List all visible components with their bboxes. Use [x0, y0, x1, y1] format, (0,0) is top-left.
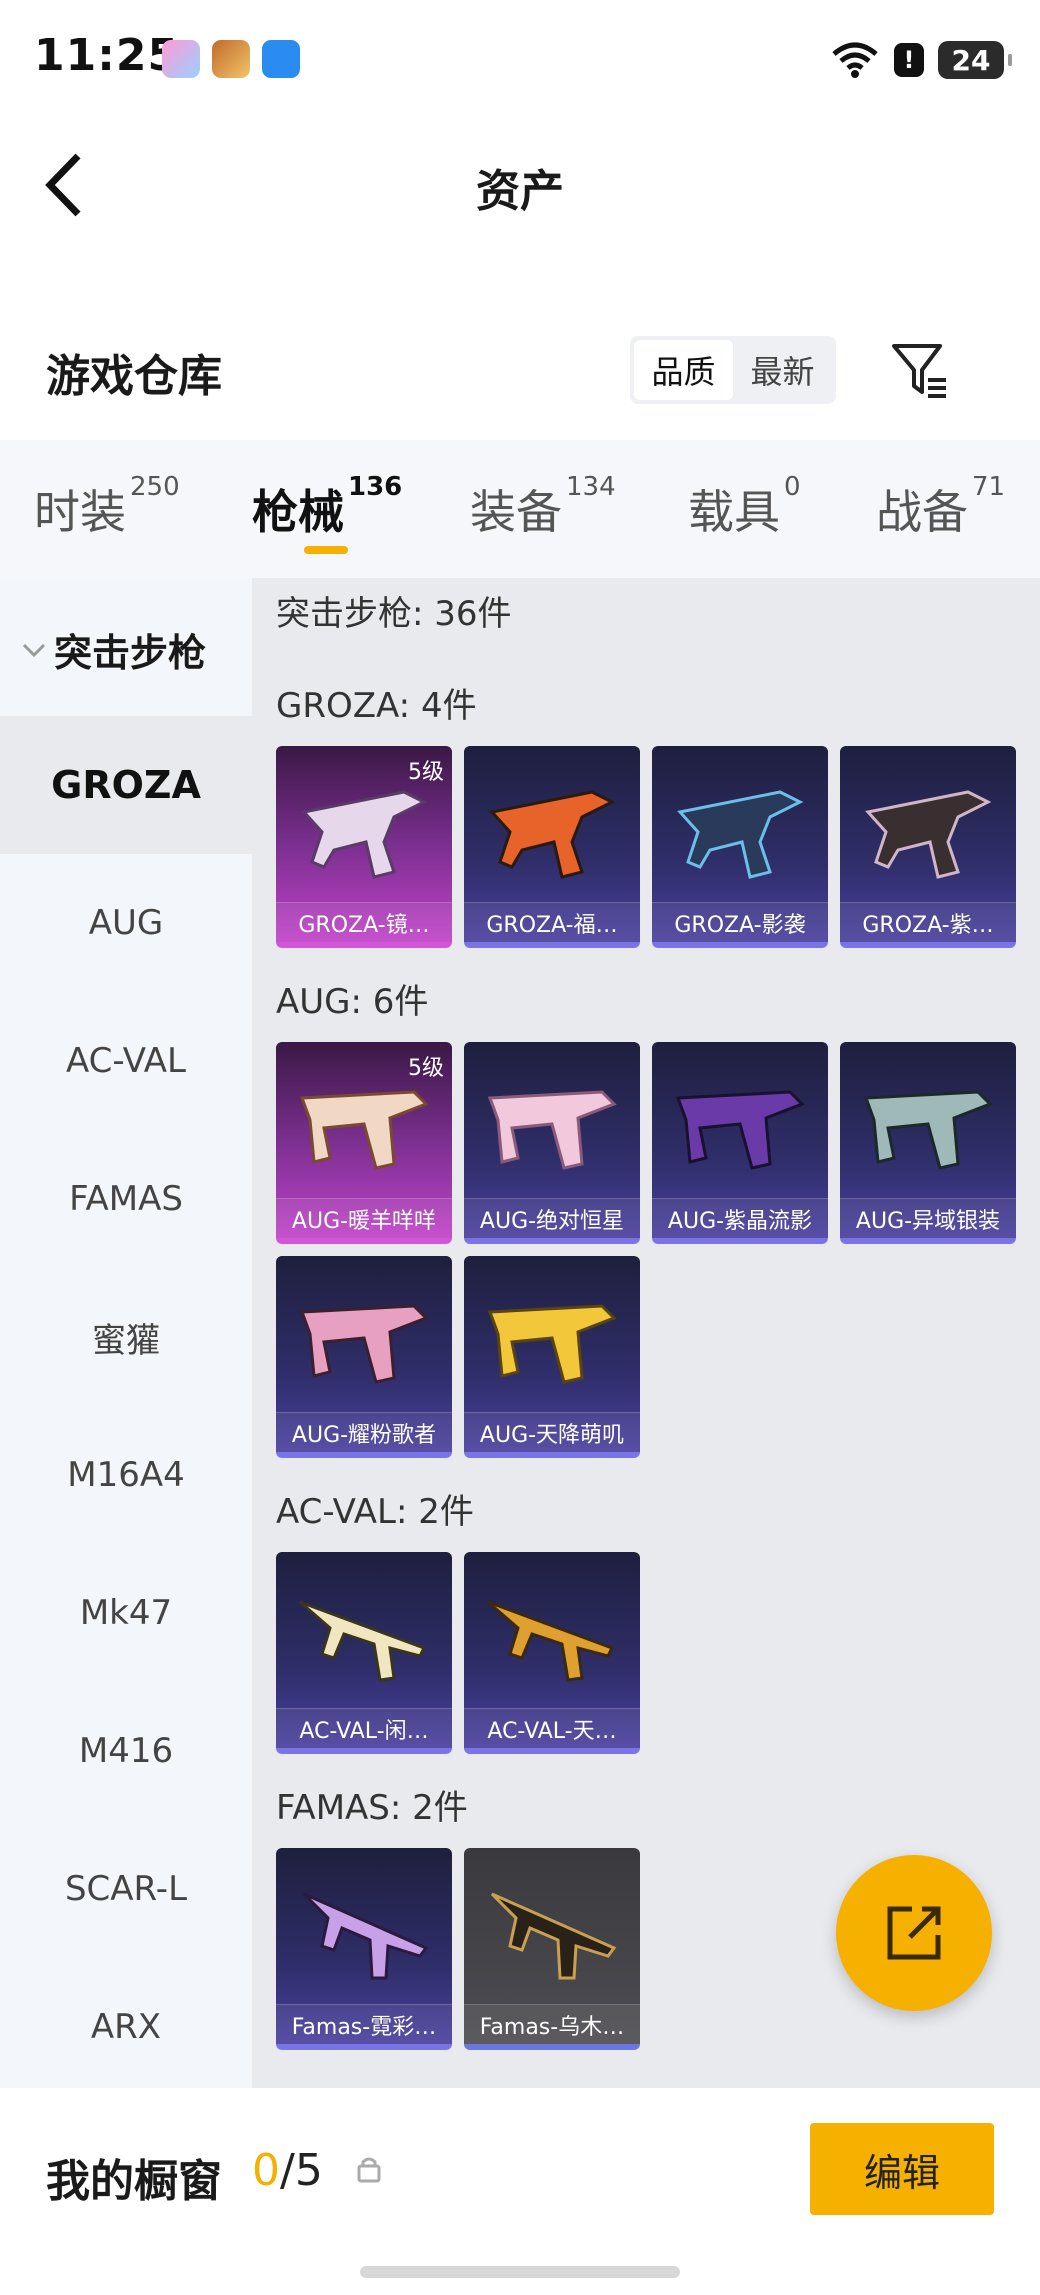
- section-title: AC-VAL: 2件: [276, 1492, 474, 1532]
- share-icon: [887, 1906, 941, 1960]
- rifle-icon: [299, 1304, 429, 1384]
- alert-icon: !: [894, 43, 924, 77]
- showcase-bar: 我的橱窗 0/5 编辑: [0, 2088, 1040, 2295]
- section-title: AUG: 6件: [276, 982, 429, 1022]
- rifle-icon: [865, 790, 992, 879]
- skin-name: AUG-耀粉歌者: [276, 1412, 452, 1452]
- section-title: FAMAS: 2件: [276, 1788, 468, 1828]
- lock-icon: [357, 2157, 381, 2183]
- rifle-icon: [489, 790, 616, 879]
- chevron-down-icon: [22, 643, 46, 657]
- rifle-icon: [299, 1600, 427, 1682]
- rifle-icon: [299, 1090, 429, 1170]
- rifle-icon: [302, 1892, 429, 1980]
- rifle-icon: [490, 1892, 617, 1980]
- skin-name: AUG-紫晶流影: [652, 1198, 828, 1238]
- skin-name: AUG-绝对恒星: [464, 1198, 640, 1238]
- showcase-label: 我的橱窗: [46, 2156, 222, 2207]
- tab-weapons[interactable]: 枪械 136: [252, 472, 402, 542]
- skin-name: AUG-异域银装: [840, 1198, 1016, 1238]
- rifle-icon: [487, 1304, 617, 1384]
- weapon-skin-card[interactable]: 5级 AUG-暖羊咩咩: [276, 1042, 452, 1244]
- status-time: 11:25: [34, 30, 180, 81]
- sort-quality-option[interactable]: 品质: [634, 340, 733, 400]
- rifle-icon: [487, 1600, 615, 1682]
- weapon-skin-card[interactable]: GROZA-影袭: [652, 746, 828, 948]
- section-title: GROZA: 4件: [276, 686, 477, 726]
- weapon-skin-card[interactable]: AUG-绝对恒星: [464, 1042, 640, 1244]
- rifle-icon: [675, 1090, 805, 1170]
- sidebar-item-ac-val[interactable]: AC-VAL: [0, 992, 252, 1130]
- warehouse-title: 游戏仓库: [46, 351, 222, 402]
- weapon-skin-card[interactable]: AUG-天降萌叽: [464, 1256, 640, 1458]
- status-bar: 11:25 ! 24: [0, 0, 1040, 120]
- sidebar-item-honey-badger[interactable]: 蜜獾: [0, 1268, 252, 1406]
- share-button[interactable]: [836, 1855, 992, 2011]
- hotspot-app-icon: [262, 40, 300, 78]
- skin-name: Famas-霓彩…: [276, 2004, 452, 2044]
- weapon-skin-card[interactable]: GROZA-福…: [464, 746, 640, 948]
- showcase-count: 0/5: [252, 2145, 323, 2196]
- wifi-icon: [832, 42, 878, 78]
- rifle-icon: [863, 1090, 993, 1170]
- weapon-skin-card[interactable]: Famas-乌木…: [464, 1848, 640, 2050]
- sidebar-group-header[interactable]: 突击步枪: [0, 622, 252, 677]
- tab-fashion[interactable]: 时装 250: [34, 472, 180, 542]
- home-indicator: [360, 2266, 680, 2278]
- skin-name: GROZA-影袭: [652, 902, 828, 942]
- sidebar-item-groza[interactable]: GROZA: [0, 716, 252, 854]
- sidebar-item-scar-l[interactable]: SCAR-L: [0, 1820, 252, 1958]
- rifle-icon: [487, 1090, 617, 1170]
- weapon-skin-card[interactable]: AC-VAL-天…: [464, 1552, 640, 1754]
- weapon-skin-card[interactable]: Famas-霓彩…: [276, 1848, 452, 2050]
- weapon-skin-card[interactable]: 5级 GROZA-镜…: [276, 746, 452, 948]
- sidebar-group-label: 突击步枪: [54, 631, 207, 675]
- skin-name: AC-VAL-天…: [464, 1708, 640, 1748]
- skin-name: AC-VAL-闲…: [276, 1708, 452, 1748]
- weapon-skin-card[interactable]: AC-VAL-闲…: [276, 1552, 452, 1754]
- game-avatar-icon: [212, 40, 250, 78]
- weapon-skin-card[interactable]: AUG-紫晶流影: [652, 1042, 828, 1244]
- battery-icon: 24: [938, 41, 1012, 79]
- skin-name: AUG-暖羊咩咩: [276, 1198, 452, 1238]
- filter-icon[interactable]: [890, 340, 950, 400]
- rifle-icon: [301, 790, 428, 879]
- category-tabs: 时装 250 枪械 136 装备 134 载具 0 战备 71: [0, 440, 1040, 578]
- weapon-sidebar: 突击步枪 GROZA AUG AC-VAL FAMAS 蜜獾 M16A4 Mk4…: [0, 578, 252, 2088]
- weapon-skin-card[interactable]: AUG-耀粉歌者: [276, 1256, 452, 1458]
- skin-name: GROZA-福…: [464, 902, 640, 942]
- weapon-skin-card[interactable]: GROZA-紫…: [840, 746, 1016, 948]
- tab-supplies[interactable]: 战备 71: [876, 472, 1005, 542]
- sidebar-item-arx[interactable]: ARX: [0, 1958, 252, 2096]
- tab-vehicles[interactable]: 载具 0: [688, 472, 801, 542]
- category-summary: 突击步枪: 36件: [276, 594, 512, 634]
- sidebar-item-m16a4[interactable]: M16A4: [0, 1406, 252, 1544]
- sidebar-item-famas[interactable]: FAMAS: [0, 1130, 252, 1268]
- sort-latest-option[interactable]: 最新: [733, 340, 832, 400]
- sidebar-item-m416[interactable]: M416: [0, 1682, 252, 1820]
- page-title: 资产: [476, 166, 564, 217]
- skin-name: GROZA-紫…: [840, 902, 1016, 942]
- tab-equipment[interactable]: 装备 134: [470, 472, 616, 542]
- weapon-skin-card[interactable]: AUG-异域银装: [840, 1042, 1016, 1244]
- rifle-icon: [677, 790, 804, 879]
- active-tab-indicator: [304, 546, 348, 554]
- skin-name: GROZA-镜…: [276, 902, 452, 942]
- app-notification-icon: [162, 40, 200, 78]
- sidebar-item-aug[interactable]: AUG: [0, 854, 252, 992]
- sidebar-item-mk47[interactable]: Mk47: [0, 1544, 252, 1682]
- edit-button[interactable]: 编辑: [810, 2123, 994, 2215]
- skin-name: AUG-天降萌叽: [464, 1412, 640, 1452]
- sort-toggle: 品质 最新: [630, 336, 836, 404]
- skin-name: Famas-乌木…: [464, 2004, 640, 2044]
